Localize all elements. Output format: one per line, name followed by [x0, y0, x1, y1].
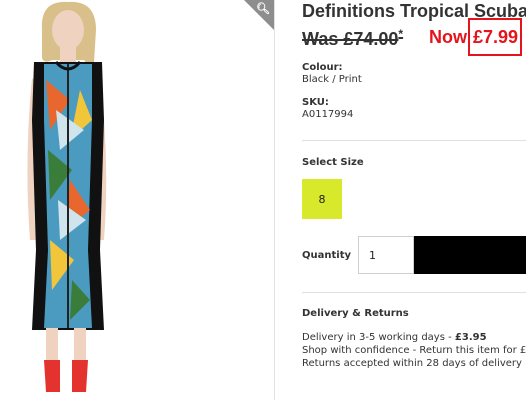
- delivery-time-line: Delivery in 3-5 working days - £3.95: [302, 332, 487, 343]
- delivery-price: £3.95: [454, 332, 487, 343]
- returns-window-line: Returns accepted within 28 days of deliv…: [302, 358, 522, 369]
- product-image[interactable]: [0, 0, 274, 400]
- colour-label: Colour:: [302, 62, 343, 73]
- quantity-label: Quantity: [302, 250, 351, 261]
- magnifier-icon[interactable]: 🔍︎: [256, 2, 270, 15]
- was-price: Was £74.00*: [302, 27, 404, 49]
- was-price-marker: *: [398, 27, 404, 41]
- quantity-input[interactable]: 1: [358, 236, 414, 274]
- now-label: Now: [429, 27, 467, 47]
- now-price: £7.99: [473, 27, 519, 47]
- divider: [302, 292, 526, 293]
- divider: [302, 140, 526, 141]
- quantity-value: 1: [369, 248, 376, 262]
- returns-price-line: Shop with confidence - Return this item …: [302, 345, 526, 356]
- delivery-heading: Delivery & Returns: [302, 308, 409, 319]
- sku-value: A0117994: [302, 109, 354, 120]
- add-to-bag-button[interactable]: [414, 236, 526, 274]
- select-size-heading: Select Size: [302, 157, 364, 168]
- product-image-panel[interactable]: 🔍︎: [0, 0, 275, 400]
- colour-value: Black / Print: [302, 74, 362, 85]
- sku-label: SKU:: [302, 97, 329, 108]
- size-option-8[interactable]: 8: [302, 179, 342, 219]
